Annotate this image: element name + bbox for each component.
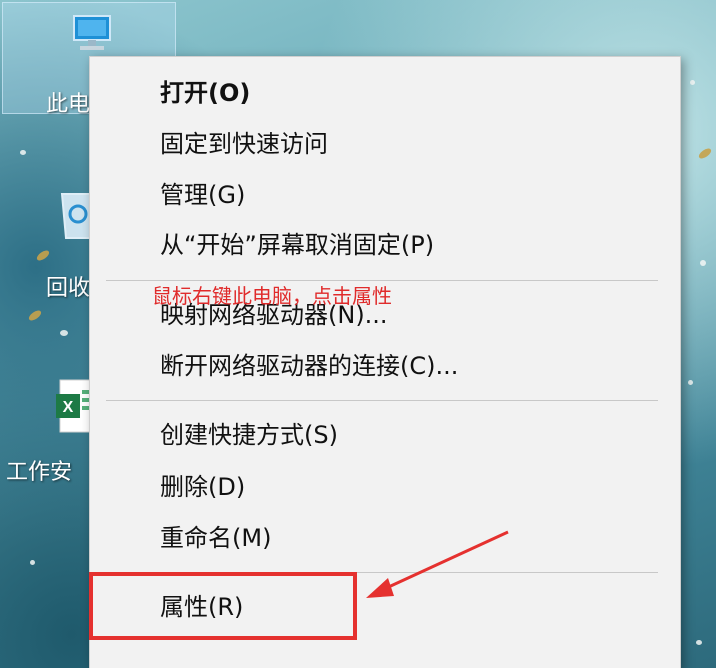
menu-item-create-shortcut[interactable]: 创建快捷方式(S) — [90, 413, 680, 457]
desktop: 此电 回收 X 工作安 打开(O) 固定到快速访问 管理(G) 从“开始”屏幕取… — [0, 0, 716, 668]
menu-item-open[interactable]: 打开(O) — [90, 71, 680, 115]
menu-item-delete[interactable]: 删除(D) — [90, 465, 680, 509]
highlight-box — [89, 572, 357, 640]
svg-text:X: X — [63, 399, 74, 416]
menu-item-pin-quick-access[interactable]: 固定到快速访问 — [90, 122, 680, 166]
desktop-icon-label-excel-file: 工作安 — [6, 460, 73, 485]
menu-item-disconnect-network-drive[interactable]: 断开网络驱动器的连接(C)... — [90, 344, 680, 388]
desktop-icon-label-this-pc: 此电 — [46, 92, 91, 117]
annotation-text: 鼠标右键此电脑，点击属性 — [152, 284, 392, 308]
menu-item-unpin-start[interactable]: 从“开始”屏幕取消固定(P) — [90, 223, 680, 267]
desktop-icon-label-recycle-bin: 回收 — [46, 276, 91, 301]
menu-separator — [106, 400, 658, 401]
computer-icon[interactable] — [70, 14, 114, 54]
menu-item-manage[interactable]: 管理(G) — [90, 173, 680, 217]
menu-item-rename[interactable]: 重命名(M) — [90, 516, 680, 560]
